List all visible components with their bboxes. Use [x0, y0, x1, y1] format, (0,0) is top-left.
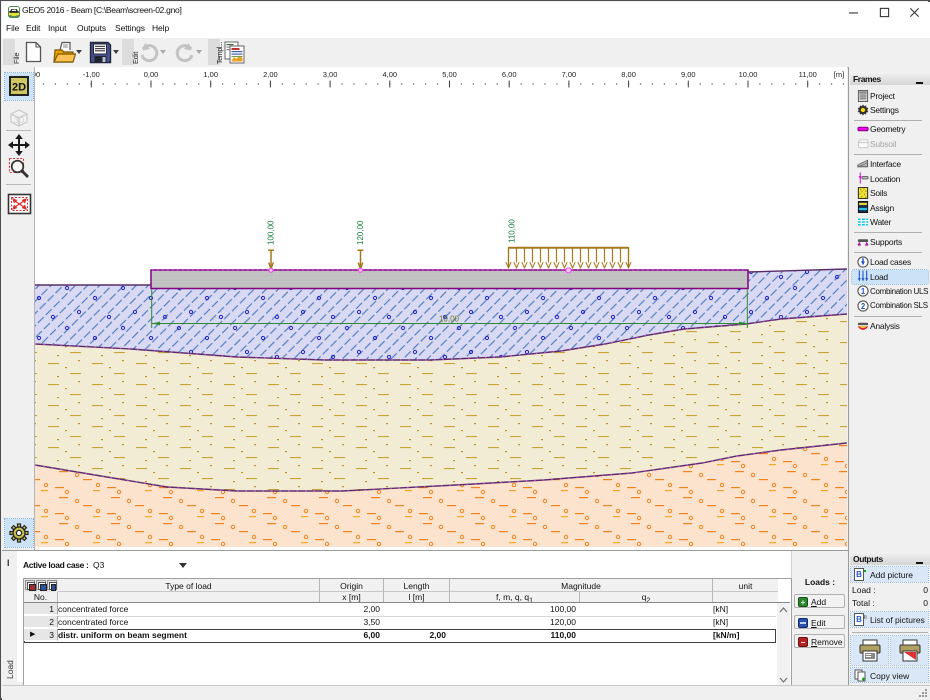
svg-text:3,00: 3,00	[323, 70, 338, 79]
svg-text:4,00: 4,00	[382, 70, 397, 79]
svg-text:10,00: 10,00	[439, 315, 460, 324]
svg-text:[m]: [m]	[834, 70, 844, 79]
svg-text:1: 1	[861, 287, 866, 296]
svg-text:100,00: 100,00	[267, 220, 276, 245]
svg-text:10,00: 10,00	[739, 70, 758, 79]
svg-text:120,00: 120,00	[356, 220, 365, 245]
svg-text:2,00: 2,00	[263, 70, 278, 79]
svg-text:3D: 3D	[14, 116, 24, 125]
svg-text:-1,00: -1,00	[83, 70, 100, 79]
svg-text:9,00: 9,00	[681, 70, 696, 79]
svg-text:110,00: 110,00	[508, 219, 517, 243]
svg-text:1,00: 1,00	[203, 70, 218, 79]
svg-text:2: 2	[861, 301, 866, 310]
svg-text:B: B	[856, 570, 862, 579]
svg-text:B: B	[856, 615, 862, 624]
svg-text:0,00: 0,00	[144, 70, 159, 79]
svg-text:2D: 2D	[12, 82, 26, 94]
svg-text:8,00: 8,00	[621, 70, 636, 79]
svg-text:6,00: 6,00	[502, 70, 517, 79]
svg-text:5,00: 5,00	[442, 70, 457, 79]
svg-text:-2,00: -2,00	[35, 70, 40, 79]
svg-text:11,00: 11,00	[799, 70, 817, 79]
svg-text:7,00: 7,00	[562, 70, 577, 79]
